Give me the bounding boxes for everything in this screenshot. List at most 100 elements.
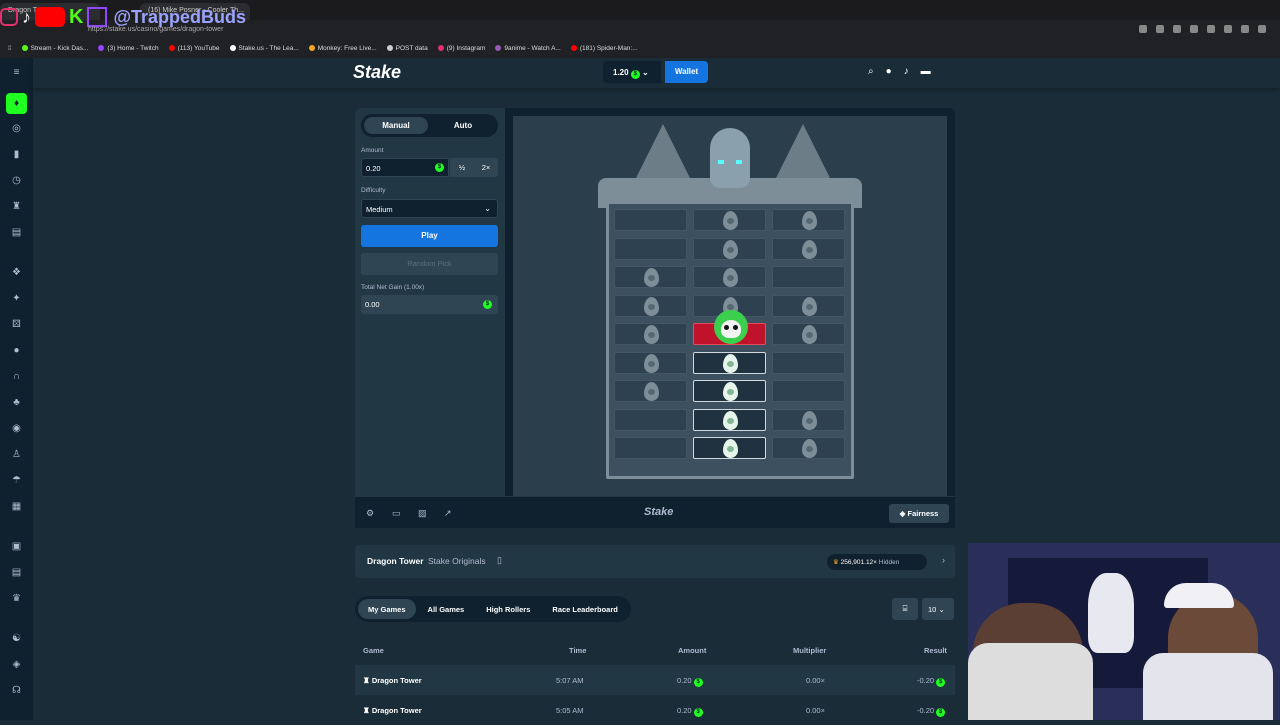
- bookmark-item[interactable]: Stake.us - The Lea...: [229, 45, 299, 52]
- wheel-icon[interactable]: ☂: [11, 475, 22, 486]
- tower-tile[interactable]: [693, 380, 766, 402]
- bookmark-item[interactable]: (113) YouTube: [168, 45, 220, 52]
- apps-icon[interactable]: ⁞⁞: [8, 45, 12, 52]
- radar-icon[interactable]: ◎: [11, 123, 22, 134]
- menu-icon[interactable]: ≡: [11, 67, 22, 78]
- tab-all-games[interactable]: All Games: [418, 599, 475, 619]
- fire-icon[interactable]: ●: [11, 345, 22, 356]
- bomb-tile[interactable]: [693, 310, 766, 345]
- extension-icon[interactable]: [1241, 25, 1249, 33]
- grid-icon[interactable]: ▦: [11, 501, 22, 512]
- bookmark-item[interactable]: (181) Spider-Man:...: [570, 45, 638, 52]
- extension-icon[interactable]: [1224, 25, 1232, 33]
- tower-tile[interactable]: [772, 237, 845, 260]
- tower-tile[interactable]: [614, 323, 687, 345]
- chevron-right-icon[interactable]: ›: [942, 555, 945, 565]
- menu-icon[interactable]: [1258, 25, 1266, 33]
- tower-tile[interactable]: [693, 351, 766, 374]
- wallet-button[interactable]: Wallet: [665, 61, 708, 83]
- bookmark-item[interactable]: (3) Home - Twitch: [98, 45, 159, 52]
- tower-tile[interactable]: [614, 237, 687, 260]
- bookmark-item[interactable]: (9) Instagram: [437, 45, 485, 52]
- extension-icon[interactable]: [1156, 25, 1164, 33]
- auto-tab[interactable]: Auto: [431, 117, 495, 134]
- tower-tile[interactable]: [772, 380, 845, 402]
- tower-tile[interactable]: [693, 266, 766, 288]
- target-icon[interactable]: ◉: [11, 423, 22, 434]
- user-icon[interactable]: ●: [886, 66, 892, 77]
- settings-icon[interactable]: ⚙: [366, 508, 374, 519]
- trophy-icon[interactable]: ♜: [11, 201, 22, 212]
- headphones-icon[interactable]: ∩: [11, 371, 22, 382]
- stats-icon[interactable]: ▨: [418, 508, 427, 519]
- tower-tile[interactable]: [772, 323, 845, 345]
- cards-icon[interactable]: ♣: [11, 397, 22, 408]
- chat-icon[interactable]: ▬: [921, 66, 931, 77]
- amount-input[interactable]: 0.20 $: [361, 158, 449, 177]
- random-pick-button[interactable]: Random Pick: [361, 253, 498, 275]
- tower-tile[interactable]: [614, 380, 687, 402]
- filter-icon[interactable]: ⌸: [892, 598, 918, 620]
- search-icon[interactable]: ⌕: [868, 66, 874, 77]
- tower-tile[interactable]: [614, 408, 687, 431]
- tower-tile[interactable]: [614, 209, 687, 231]
- extension-icon[interactable]: [1173, 25, 1181, 33]
- bell-icon[interactable]: ♪: [904, 66, 909, 77]
- extension-icon[interactable]: [1139, 25, 1147, 33]
- tower-tile[interactable]: [693, 237, 766, 260]
- half-button[interactable]: ½: [450, 158, 474, 177]
- tower-tile[interactable]: [772, 351, 845, 374]
- tower-tile[interactable]: [693, 209, 766, 231]
- theatre-icon[interactable]: ▭: [392, 508, 401, 519]
- tower-tile[interactable]: [772, 209, 845, 231]
- bookmark-icon[interactable]: ▯: [497, 555, 502, 566]
- extension-icon[interactable]: [1190, 25, 1198, 33]
- bookmark-item[interactable]: Monkey: Free Live...: [308, 45, 377, 52]
- url-bar[interactable]: https://stake.us/casino/games/dragon-tow…: [80, 24, 980, 37]
- support-icon[interactable]: ☊: [11, 685, 22, 696]
- double-button[interactable]: 2×: [474, 158, 498, 177]
- bookmark-item[interactable]: 9anime - Watch A...: [495, 45, 561, 52]
- tab-high-rollers[interactable]: High Rollers: [476, 599, 540, 619]
- bookmark-item[interactable]: Stream - Kick Das...: [21, 45, 88, 52]
- bookmark-icon[interactable]: ▮: [11, 149, 22, 160]
- game-category[interactable]: Stake Originals: [428, 556, 486, 566]
- shield-icon[interactable]: ◈: [11, 659, 22, 670]
- tab-race-leaderboard[interactable]: Race Leaderboard: [542, 599, 627, 619]
- extension-icon[interactable]: [1207, 25, 1215, 33]
- tower-tile[interactable]: [772, 437, 845, 459]
- gift-icon[interactable]: ❖: [11, 267, 22, 278]
- table-row[interactable]: ♜ Dragon Tower 5:05 AM 0.20 $ 0.00× -0.2…: [355, 695, 955, 725]
- play-button[interactable]: Play: [361, 225, 498, 247]
- casino-icon[interactable]: ♦: [6, 93, 27, 114]
- slots-icon[interactable]: ✦: [11, 293, 22, 304]
- clock-icon[interactable]: ◷: [11, 175, 22, 186]
- row-count-select[interactable]: 10 ⌄: [922, 598, 954, 620]
- table-row[interactable]: ♜ Dragon Tower 5:07 AM 0.20 $ 0.00× -0.2…: [355, 665, 955, 695]
- person-icon[interactable]: ♙: [11, 449, 22, 460]
- balance-display[interactable]: 1.20 $ ⌄: [603, 61, 661, 83]
- promo-icon[interactable]: ▣: [11, 541, 22, 552]
- tab-my-games[interactable]: My Games: [358, 599, 416, 619]
- tower-tile[interactable]: [693, 437, 766, 459]
- max-win-badge[interactable]: ♛ 256,901.12× Hidden: [827, 554, 927, 570]
- fairness-button[interactable]: ◈ Fairness: [889, 504, 949, 523]
- stake-logo[interactable]: Stake: [353, 62, 401, 83]
- tower-tile[interactable]: [614, 266, 687, 288]
- tower-tile[interactable]: [772, 266, 845, 288]
- tower-tile[interactable]: [772, 408, 845, 431]
- tower-tile[interactable]: [772, 294, 845, 317]
- tower-tile[interactable]: [614, 437, 687, 459]
- bookmark-item[interactable]: POST data: [386, 45, 428, 52]
- blog-icon[interactable]: ▤: [11, 567, 22, 578]
- document-icon[interactable]: ▤: [11, 227, 22, 238]
- vip-icon[interactable]: ♛: [11, 593, 22, 604]
- difficulty-select[interactable]: Medium ⌄: [361, 199, 498, 218]
- manual-tab[interactable]: Manual: [364, 117, 428, 134]
- sponsor-icon[interactable]: ☯: [11, 633, 22, 644]
- popout-icon[interactable]: ↗: [444, 508, 452, 519]
- tower-tile[interactable]: [693, 408, 766, 431]
- tower-tile[interactable]: [614, 351, 687, 374]
- tower-tile[interactable]: [614, 294, 687, 317]
- dice-icon[interactable]: ⚄: [11, 319, 22, 330]
